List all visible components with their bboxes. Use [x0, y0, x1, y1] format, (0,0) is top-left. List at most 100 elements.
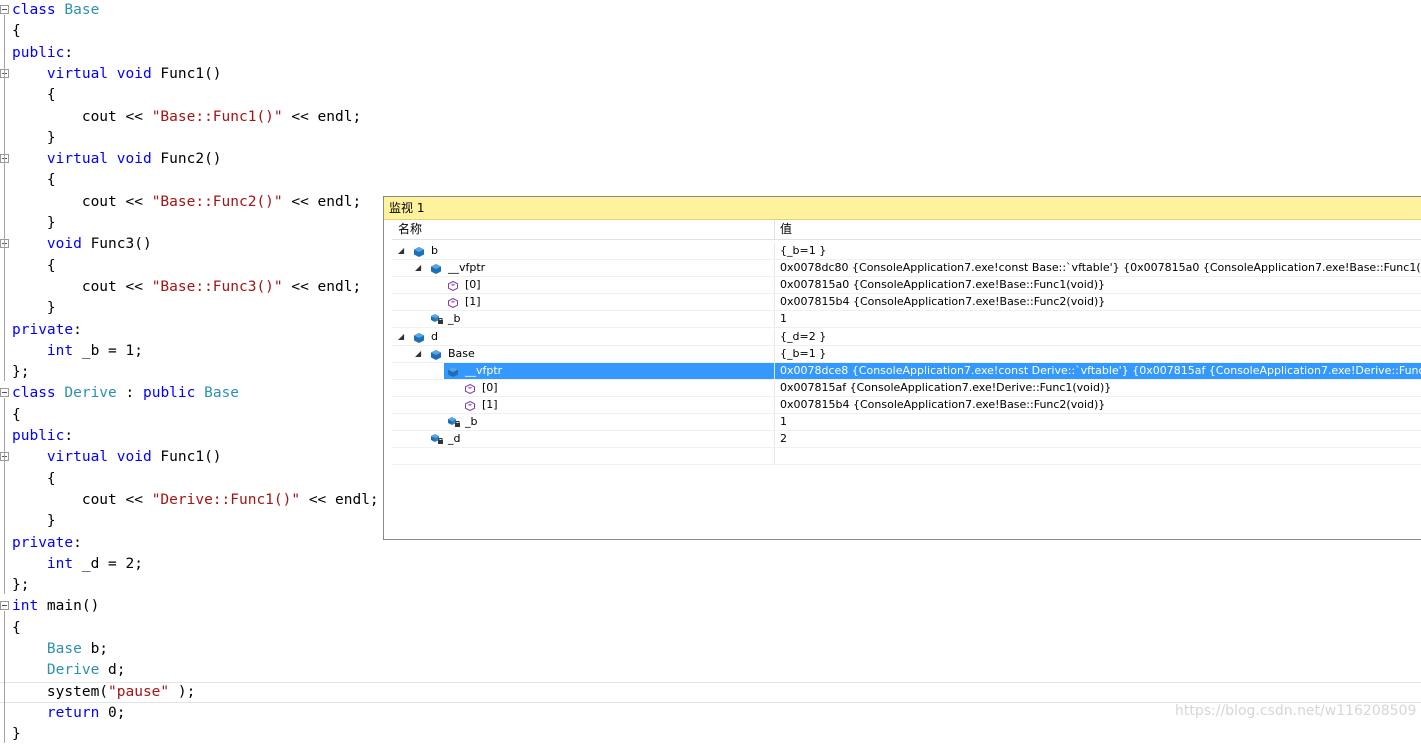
code-text: cout << "Base::Func2()" << endl;: [12, 192, 361, 213]
column-divider: [774, 448, 775, 465]
code-text: system("pause" );: [12, 683, 195, 702]
code-line[interactable]: Base b;: [0, 639, 1421, 660]
watch-row[interactable]: [1] 0x007815b4 {ConsoleApplication7.exe!B…: [392, 294, 1421, 312]
watch-row-value: 2: [780, 432, 787, 446]
code-token: _d = 2;: [73, 555, 143, 572]
code-text: int _b = 1;: [12, 341, 143, 362]
code-text: Derive d;: [12, 660, 126, 681]
method-icon: [448, 280, 458, 292]
watch-row-value: 0x007815b4 {ConsoleApplication7.exe!Base…: [780, 397, 1106, 411]
column-divider[interactable]: [774, 220, 775, 239]
code-token: virtual: [46, 151, 109, 168]
expand-arrow-icon[interactable]: ◢: [415, 260, 421, 276]
expand-arrow-icon[interactable]: ◢: [432, 363, 438, 379]
collapse-icon[interactable]: [0, 601, 9, 611]
watch-window-title[interactable]: 监视 1: [384, 197, 1421, 220]
code-token: }: [12, 300, 56, 317]
watch-row-name: _d: [448, 432, 461, 446]
code-text: {: [12, 405, 21, 426]
watch-row-name: __vfptr: [448, 261, 486, 275]
column-name-header[interactable]: 名称: [398, 220, 422, 239]
watch-row[interactable]: ◢ d {_d=2 }: [392, 328, 1421, 346]
watch-window[interactable]: 监视 1 名称 值 ◢ b {_b=1 } ◢ __vfptr 0x0078dc80 {C…: [383, 196, 1421, 540]
code-line[interactable]: {: [0, 85, 1421, 106]
watch-row[interactable]: _b 1: [392, 414, 1421, 431]
watch-row-value: {_b=1 }: [780, 346, 827, 360]
outline-guide: [4, 611, 5, 744]
code-token: );: [169, 683, 196, 700]
outline-guide: [4, 398, 5, 595]
code-text: virtual void Func1(): [12, 64, 222, 85]
watch-row-name: [1]: [465, 295, 481, 309]
watch-row[interactable]: _b 1: [392, 311, 1421, 329]
code-line[interactable]: int _d = 2;: [0, 554, 1421, 575]
private-field-icon: [431, 434, 443, 445]
code-token: void: [46, 236, 82, 253]
code-token: {: [12, 470, 56, 487]
code-line[interactable]: {: [0, 21, 1421, 42]
code-token: Func1(): [151, 449, 222, 466]
code-token: int: [46, 555, 74, 572]
column-value-header[interactable]: 值: [780, 220, 792, 239]
code-line[interactable]: cout << "Base::Func1()" << endl;: [0, 107, 1421, 128]
watch-row-value: 0x0078dc80 {ConsoleApplication7.exe!cons…: [780, 261, 1421, 275]
watch-row[interactable]: ◢ __vfptr 0x0078dc80 {ConsoleApplication7.…: [392, 260, 1421, 278]
watch-row[interactable]: [0] 0x007815af {ConsoleApplication7.exe!D…: [392, 379, 1421, 397]
code-token: private: [12, 321, 74, 338]
column-divider: [774, 414, 775, 430]
code-line[interactable]: system("pause" );: [0, 681, 1421, 703]
collapse-icon[interactable]: [0, 388, 9, 398]
watch-row-value: 1: [780, 312, 787, 326]
code-text: private:: [12, 533, 82, 554]
watch-row[interactable]: ◢ __vfptr 0x0078dce8 {ConsoleApplication7.…: [392, 362, 1421, 380]
code-text: }: [12, 298, 56, 319]
watch-row[interactable]: _d 2: [392, 431, 1421, 449]
code-line[interactable]: int main(): [0, 596, 1421, 617]
code-text: cout << "Base::Func3()" << endl;: [12, 277, 361, 298]
code-text: cout << "Base::Func1()" << endl;: [12, 107, 361, 128]
method-icon: [465, 400, 475, 411]
code-line[interactable]: };: [0, 575, 1421, 596]
code-text: public:: [12, 43, 73, 64]
code-token: {: [12, 257, 56, 274]
code-line[interactable]: public:: [0, 43, 1421, 64]
expand-arrow-icon[interactable]: ◢: [398, 329, 404, 345]
code-line[interactable]: Derive d;: [0, 660, 1421, 681]
watch-row[interactable]: ◢ Base {_b=1 }: [392, 345, 1421, 363]
method-icon: [465, 383, 475, 394]
code-text: };: [12, 362, 29, 383]
code-line[interactable]: virtual void Func1(): [0, 64, 1421, 85]
code-token: {: [12, 619, 21, 636]
watch-row[interactable]: [392, 448, 1421, 466]
code-line[interactable]: virtual void Func2(): [0, 149, 1421, 170]
code-token: void: [116, 449, 152, 466]
watch-row-name: [1]: [482, 397, 498, 411]
watch-row[interactable]: ◢ b {_b=1 }: [392, 243, 1421, 260]
code-token: }: [12, 215, 56, 231]
collapse-icon[interactable]: [0, 5, 9, 14]
code-token: void: [116, 65, 152, 82]
watch-row[interactable]: [1] 0x007815b4 {ConsoleApplication7.exe!B…: [392, 396, 1421, 414]
code-line[interactable]: }: [0, 128, 1421, 149]
column-divider: [774, 277, 775, 294]
watch-row-value: {_d=2 }: [780, 329, 827, 343]
code-token: virtual: [46, 449, 109, 466]
code-token: "Derive::Func1()": [151, 491, 301, 508]
method-icon: [448, 297, 458, 309]
column-divider: [774, 243, 775, 259]
expand-arrow-icon[interactable]: ◢: [415, 346, 421, 362]
code-line[interactable]: class Base: [0, 0, 1421, 21]
code-line[interactable]: {: [0, 618, 1421, 639]
code-token: << endl;: [282, 278, 362, 295]
code-line[interactable]: {: [0, 170, 1421, 191]
object-icon: [414, 332, 424, 343]
watch-row[interactable]: [0] 0x007815a0 {ConsoleApplication7.exe!B…: [392, 277, 1421, 295]
code-token: :: [116, 385, 143, 402]
object-icon: [448, 366, 458, 377]
code-line[interactable]: }: [0, 724, 1421, 745]
code-text: }: [12, 213, 56, 234]
expand-arrow-icon[interactable]: ◢: [398, 243, 404, 259]
